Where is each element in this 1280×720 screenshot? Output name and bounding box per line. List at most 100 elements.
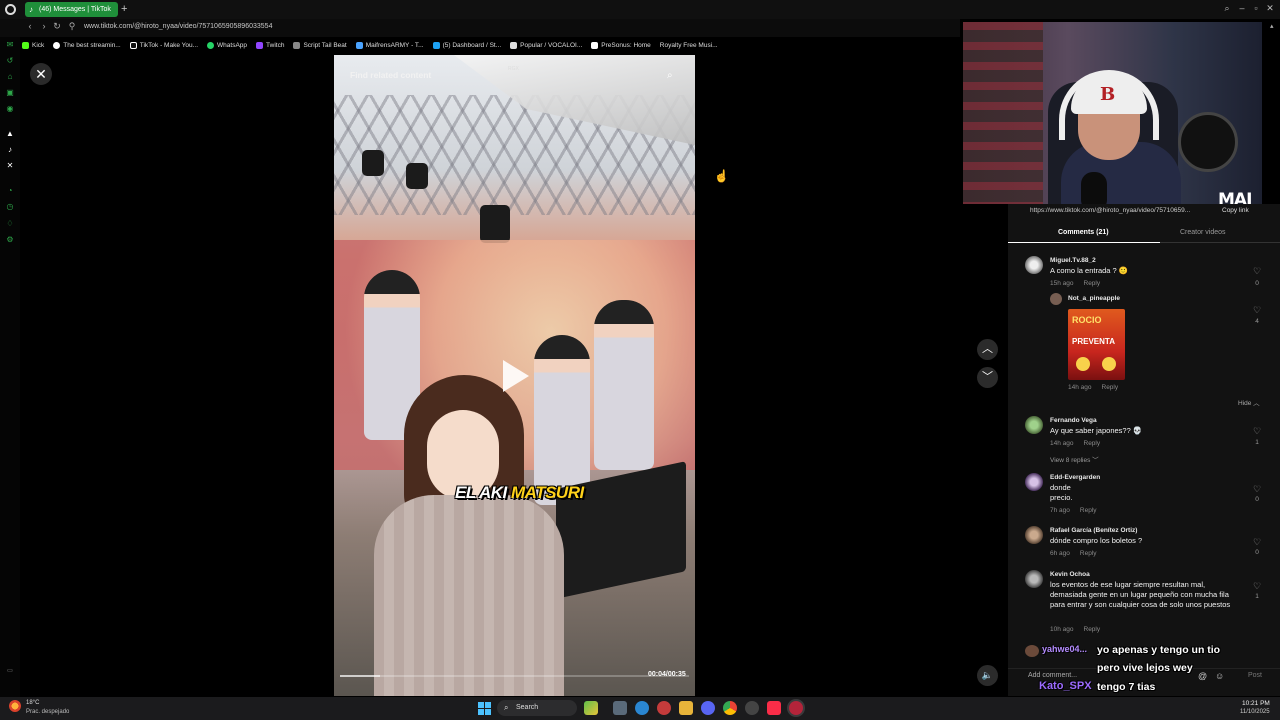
- forward-icon[interactable]: ›: [39, 21, 49, 31]
- bookmark-streaming[interactable]: The best streamin...: [53, 39, 121, 51]
- bookmark-royalty-free[interactable]: Royalty Free Musi...: [660, 39, 718, 51]
- previous-video-button[interactable]: ︿: [977, 339, 998, 360]
- url-field[interactable]: www.tiktok.com/@hiroto_nyaa/video/757106…: [84, 23, 272, 30]
- back-icon[interactable]: ‹: [25, 21, 35, 31]
- browser-logo-icon[interactable]: [5, 4, 16, 15]
- bookmark-maifrens[interactable]: MaifrensARMY - T...: [355, 39, 424, 51]
- tab-creator-videos[interactable]: Creator videos: [1180, 229, 1226, 236]
- avatar[interactable]: [1025, 570, 1043, 588]
- heart-icon[interactable]: ♡: [1252, 266, 1262, 277]
- bookmark-vocaloid[interactable]: Popular / VOCALOI...: [510, 39, 582, 51]
- avatar[interactable]: [1025, 256, 1043, 274]
- weather-description[interactable]: Prac. despejado: [26, 709, 69, 715]
- hide-replies-button[interactable]: Hide ︿: [1238, 397, 1260, 407]
- tab-tiktok[interactable]: ♪ (46) Messages | TikTok: [25, 2, 118, 17]
- comment-username[interactable]: Rafael García (Benítez Ortiz): [1050, 527, 1137, 534]
- heart-icon[interactable]: ♡: [1252, 537, 1262, 548]
- weather-temperature[interactable]: 18°C: [26, 700, 39, 706]
- avatar[interactable]: [1025, 526, 1043, 544]
- bag-icon[interactable]: ⌂: [5, 72, 15, 81]
- emoji-icon[interactable]: ☺: [1215, 671, 1224, 681]
- widgets-icon[interactable]: [584, 701, 598, 715]
- settings-icon[interactable]: ⚙: [5, 235, 15, 244]
- tiktok-sidebar-icon[interactable]: ♪: [5, 145, 15, 154]
- reply-button[interactable]: Reply: [1084, 440, 1101, 447]
- microphone: [1081, 172, 1107, 204]
- comment-username[interactable]: Miguel.Tv.88_2: [1050, 257, 1096, 264]
- search-tabs-icon[interactable]: ⌕: [1221, 3, 1233, 14]
- avatar[interactable]: [1050, 293, 1062, 305]
- weather-icon[interactable]: [9, 700, 21, 712]
- comment-username[interactable]: Fernando Vega: [1050, 417, 1097, 424]
- edge-icon[interactable]: [635, 701, 649, 715]
- play-icon[interactable]: [503, 360, 529, 392]
- history-icon[interactable]: ↺: [5, 56, 15, 65]
- comment-username[interactable]: Not_a_pineapple: [1068, 295, 1120, 302]
- progress-fill[interactable]: [340, 675, 380, 677]
- opera-gx-icon[interactable]: [789, 701, 803, 715]
- obs-taskbar-icon[interactable]: [745, 701, 759, 715]
- task-view-icon[interactable]: [613, 701, 627, 715]
- sidebar-more-icon[interactable]: ▭: [5, 667, 15, 676]
- avatar[interactable]: [1025, 416, 1043, 434]
- heart-icon[interactable]: ♡: [1252, 426, 1262, 437]
- comments-panel: [1008, 204, 1280, 696]
- heart-icon[interactable]: ♡: [1252, 484, 1262, 495]
- avatar[interactable]: [1025, 473, 1043, 491]
- site-info-icon[interactable]: ⚲: [67, 21, 77, 32]
- taskbar-time[interactable]: 10:21 PM: [1242, 700, 1270, 707]
- comment-username[interactable]: Edd-Evergarden: [1050, 474, 1100, 481]
- bookmark-presonus[interactable]: PreSonus: Home: [591, 39, 651, 51]
- bookmark-script-tail-beat[interactable]: Script Tail Beat: [293, 39, 347, 51]
- music-icon[interactable]: ▲: [5, 129, 15, 138]
- tab-comments[interactable]: Comments (21): [1058, 229, 1109, 236]
- new-tab-button[interactable]: +: [121, 2, 131, 17]
- bookmark-whatsapp[interactable]: WhatsApp: [207, 39, 247, 51]
- reply-button[interactable]: Reply: [1102, 384, 1119, 391]
- mention-icon[interactable]: @: [1198, 671, 1207, 681]
- progress-track[interactable]: [380, 675, 689, 677]
- close-player-button[interactable]: ✕: [30, 63, 52, 85]
- bookmark-tiktok[interactable]: TikTok - Make You...: [129, 39, 198, 51]
- start-button[interactable]: [478, 702, 491, 715]
- post-button[interactable]: Post: [1248, 672, 1262, 679]
- reply-button[interactable]: Reply: [1084, 626, 1101, 633]
- maximize-icon[interactable]: ▫: [1250, 3, 1262, 13]
- scrollbar-up-icon[interactable]: ▴: [1270, 22, 1278, 36]
- timer-icon[interactable]: ◷: [5, 202, 15, 211]
- minimize-icon[interactable]: –: [1236, 3, 1248, 13]
- heart-icon[interactable]: ♡: [1252, 305, 1262, 316]
- view-replies-button[interactable]: View 8 replies ﹀: [1050, 454, 1099, 464]
- music-app-icon[interactable]: [767, 701, 781, 715]
- clock-icon[interactable]: ◔: [5, 186, 15, 195]
- find-related-content[interactable]: Find related content: [350, 70, 431, 80]
- reply-button[interactable]: Reply: [1080, 550, 1097, 557]
- bookmark-dashboard[interactable]: (5) Dashboard / St...: [432, 39, 501, 51]
- reload-icon[interactable]: ↻: [52, 21, 62, 32]
- chrome-icon[interactable]: [723, 701, 737, 715]
- messenger-icon[interactable]: ✉: [5, 40, 15, 49]
- close-window-icon[interactable]: ✕: [1264, 3, 1276, 14]
- bookmark-twitch[interactable]: Twitch: [256, 39, 284, 51]
- discord-icon[interactable]: [701, 701, 715, 715]
- lightbulb-icon[interactable]: ♢: [5, 219, 15, 228]
- bookmark-kick[interactable]: Kick: [22, 39, 44, 51]
- taskbar-date[interactable]: 11/10/2025: [1240, 709, 1270, 715]
- opera-icon[interactable]: [657, 701, 671, 715]
- add-comment-field[interactable]: Add comment...: [1028, 672, 1077, 679]
- copy-link-button[interactable]: Copy link: [1222, 207, 1249, 214]
- image-text: PREVENTA: [1072, 337, 1115, 346]
- reply-button[interactable]: Reply: [1084, 280, 1101, 287]
- file-explorer-icon[interactable]: [679, 701, 693, 715]
- next-video-button[interactable]: ﹀: [977, 367, 998, 388]
- reply-image[interactable]: ROCIO PREVENTA: [1068, 309, 1125, 380]
- whatsapp-sidebar-icon[interactable]: ◉: [5, 104, 15, 113]
- chat-icon[interactable]: ▣: [5, 88, 15, 97]
- volume-icon[interactable]: 🔈: [977, 665, 998, 686]
- search-icon[interactable]: ⌕: [667, 70, 673, 81]
- comment-username[interactable]: Kevin Ochoa: [1050, 571, 1090, 578]
- x-icon[interactable]: ✕: [5, 161, 15, 170]
- reply-button[interactable]: Reply: [1080, 507, 1097, 514]
- heart-icon[interactable]: ♡: [1252, 581, 1262, 592]
- taskbar-search[interactable]: ⌕ Search: [497, 700, 577, 716]
